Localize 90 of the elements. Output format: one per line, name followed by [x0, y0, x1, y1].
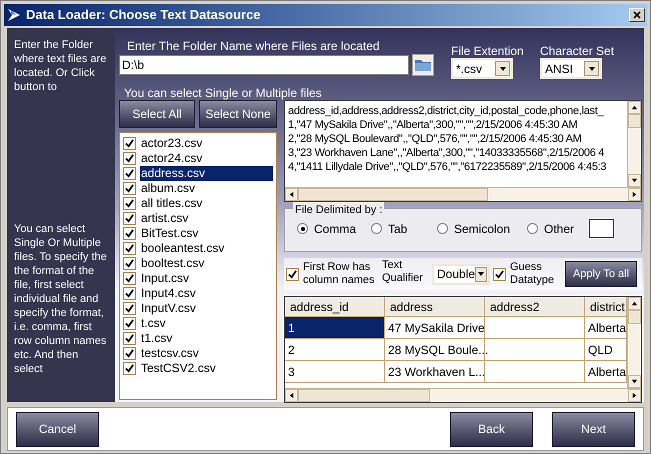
checkbox[interactable] [123, 227, 136, 240]
checkbox[interactable] [123, 242, 136, 255]
file-item[interactable]: booleantest.csv [140, 241, 273, 256]
checkbox-label: Guess Datatype [510, 261, 556, 287]
help-text: Enter the Folder where text files are located. Or Click button to [14, 38, 108, 94]
scroll-thumb[interactable] [628, 310, 641, 324]
table-cell: 23 Workhaven L... [385, 361, 485, 383]
file-item[interactable]: address.csv [140, 166, 273, 181]
file-item[interactable]: testcsv.csv [140, 346, 273, 361]
scroll-thumb[interactable] [628, 114, 641, 128]
scroll-thumb[interactable] [298, 188, 488, 201]
checkbox[interactable] [123, 212, 136, 225]
checkbox[interactable] [123, 332, 136, 345]
radio-option[interactable]: Semicolon [437, 220, 527, 238]
vertical-scrollbar[interactable] [627, 101, 641, 187]
file-item[interactable]: artist.csv [140, 211, 273, 226]
checkbox[interactable] [123, 197, 136, 210]
section-label: You can select Single or Multiple files [123, 85, 323, 99]
text-qualifier-dropdown[interactable]: Double [432, 264, 490, 284]
radio-button[interactable] [297, 223, 308, 234]
file-item[interactable]: BitTest.csv [140, 226, 273, 241]
vertical-scrollbar[interactable] [627, 297, 641, 388]
field-label: File Extention [451, 43, 525, 58]
file-item[interactable]: Input.csv [140, 271, 273, 286]
footer-button[interactable]: Back [450, 412, 533, 446]
character-set-dropdown[interactable]: ANSI [540, 58, 602, 79]
field-label: Text Qualifier [382, 259, 424, 285]
preview-line: 1,"47 MySakila Drive",,"Alberta",300,"","",2/15/2006 4:45:30 AM [288, 118, 578, 132]
table-cell: 3 [285, 361, 385, 383]
checkbox[interactable] [123, 347, 136, 360]
checkbox[interactable] [123, 362, 136, 375]
app-icon [6, 7, 22, 23]
checkbox[interactable] [286, 268, 299, 280]
footer-button[interactable]: Cancel [16, 412, 99, 446]
preview-line: address_id,address,address2,district,city_id,postal_code,phone,last_ [288, 104, 605, 118]
radio-option[interactable]: Tab [371, 220, 437, 238]
radio-button[interactable] [437, 223, 448, 234]
file-item[interactable]: actor24.csv [140, 151, 273, 166]
radio-option[interactable]: Other [527, 220, 589, 238]
file-item[interactable]: album.csv [140, 181, 273, 196]
field-label: Enter The Folder Name where Files are located [126, 38, 381, 53]
field-label: Character Set [540, 43, 614, 58]
file-item[interactable]: actor23.csv [140, 136, 273, 151]
preview-line: 4,"1411 Lillydale Drive",,"QLD",576,"","6172235589",2/15/2006 4:45:3 [288, 160, 608, 174]
preview-line: 3,"23 Workhaven Lane",,"Alberta",300,"","14033335568",2/15/2006 4 [288, 146, 606, 160]
checkbox[interactable] [123, 317, 136, 330]
checkbox[interactable] [493, 268, 506, 280]
file-extension-dropdown[interactable]: *.csv [451, 58, 513, 79]
checkbox[interactable] [123, 152, 136, 165]
radio-button[interactable] [371, 223, 382, 234]
help-text: You can select Single Or Multiple files. To specify the the format of the file, first select individual file and specify the format, i.e. comma, first row column names etc. And then select [14, 222, 108, 376]
horizontal-scrollbar[interactable] [285, 388, 641, 402]
file-item[interactable]: Input4.csv [140, 286, 273, 301]
preview-line: 2,"28 MySQL Boulevard",,"QLD",576,"","",2/15/2006 4:45:30 AM [288, 132, 583, 146]
select-button[interactable]: Select None [199, 100, 277, 128]
scroll-thumb[interactable] [298, 389, 430, 402]
group-label: File Delimited by : [293, 202, 384, 218]
table-cell: 28 MySQL Boule... [385, 339, 485, 361]
column-header[interactable]: address [385, 297, 485, 317]
checkbox-label: First Row has column names [303, 261, 376, 287]
file-item[interactable]: t.csv [140, 316, 273, 331]
close-button[interactable] [629, 8, 645, 22]
browse-folder-button[interactable] [412, 54, 434, 76]
apply-to-all-button[interactable]: Apply To all [565, 261, 637, 287]
file-item[interactable]: InputV.csv [140, 301, 273, 316]
checkbox[interactable] [123, 182, 136, 195]
close-icon[interactable] [633, 11, 641, 19]
file-item[interactable]: TestCSV2.csv [140, 361, 273, 376]
window-title: Data Loader: Choose Text Datasource [26, 6, 262, 24]
checkbox[interactable] [123, 137, 136, 150]
checkbox[interactable] [123, 257, 136, 270]
radio-button[interactable] [527, 223, 538, 234]
select-button[interactable]: Select All [119, 100, 195, 128]
file-item[interactable]: t1.csv [140, 331, 273, 346]
table-cell: 1 [285, 317, 385, 339]
horizontal-scrollbar[interactable] [285, 187, 641, 201]
footer-button[interactable]: Next [552, 412, 635, 446]
radio-option[interactable]: Comma [297, 220, 371, 238]
column-header[interactable]: address2 [485, 297, 585, 317]
file-item[interactable]: booltest.csv [140, 256, 273, 271]
folder-input-field[interactable]: D:\b [119, 55, 409, 75]
other-delimiter-field[interactable] [589, 219, 614, 238]
checkbox[interactable] [123, 167, 136, 180]
table-cell: 47 MySakila Drive [385, 317, 485, 339]
folder-icon [414, 58, 432, 72]
checkbox[interactable] [123, 272, 136, 285]
file-item[interactable]: all titles.csv [140, 196, 273, 211]
checkbox[interactable] [123, 302, 136, 315]
table-cell: 2 [285, 339, 385, 361]
checkbox[interactable] [123, 287, 136, 300]
